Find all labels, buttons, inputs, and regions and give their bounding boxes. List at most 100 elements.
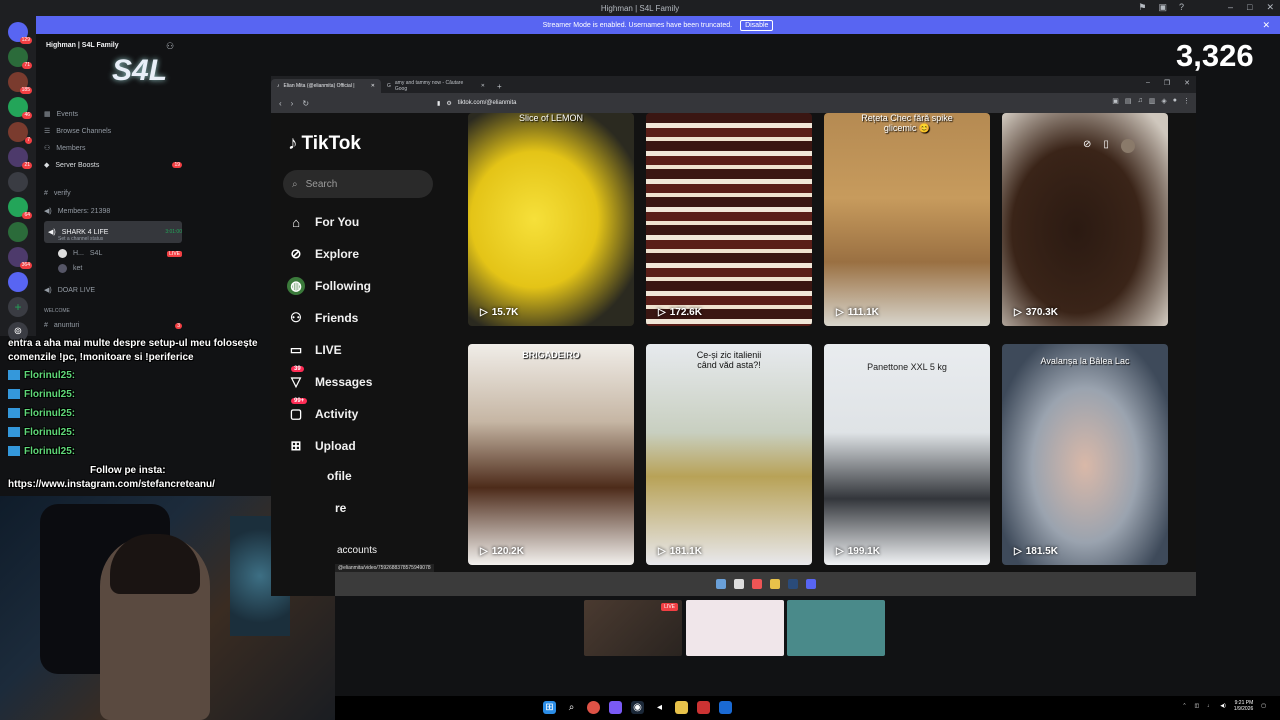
app-preview[interactable]: [686, 600, 784, 656]
nav-upload[interactable]: ⊞ Upload: [287, 437, 356, 455]
steam-icon[interactable]: ◉: [631, 701, 644, 714]
tiktok-logo[interactable]: ♪ TikTok: [288, 133, 361, 155]
channel-verify[interactable]: # verify: [44, 190, 182, 197]
menu-events[interactable]: ▦ Events: [44, 110, 182, 119]
server-icon[interactable]: 7: [8, 122, 32, 144]
help-icon[interactable]: ?: [1179, 2, 1184, 13]
mic-icon[interactable]: ♩: [1207, 703, 1212, 709]
clock[interactable]: 9:21 PM 1/9/2026: [1234, 700, 1253, 712]
video-thumbnail[interactable]: ▷ 172.6K: [646, 113, 812, 326]
app-icon[interactable]: [609, 701, 622, 714]
minimize-icon[interactable]: –: [1228, 2, 1233, 13]
app-icon[interactable]: ◂: [653, 701, 666, 714]
channel-anunturi[interactable]: # anunturi 3: [44, 322, 182, 329]
restore-icon[interactable]: ❐: [1164, 79, 1170, 87]
messages-icon: ▽ 39: [287, 366, 305, 391]
nav-more[interactable]: re: [335, 501, 346, 515]
server-icon[interactable]: 364: [8, 247, 32, 269]
close-tab-icon[interactable]: ✕: [371, 83, 375, 89]
extension-icon[interactable]: ▣: [1112, 97, 1119, 105]
nav-profile[interactable]: ofile: [327, 469, 352, 483]
menu-server-boosts[interactable]: ◆ Server Boosts 19: [44, 161, 182, 169]
play-icon: ▷: [1014, 307, 1022, 318]
browser-window: ♪ Elian Mita (@elianmita) Official | ✕ Gam…: [271, 76, 1196, 596]
reload-icon[interactable]: ↻: [302, 99, 309, 108]
stream-preview[interactable]: LIVE: [584, 600, 682, 656]
notification-icon[interactable]: ▢: [1261, 703, 1266, 709]
server-icon[interactable]: 21: [8, 147, 32, 169]
get-coins-icon[interactable]: ⊘: [1083, 139, 1091, 153]
extension-icon[interactable]: ▥: [1149, 97, 1156, 105]
nav-for-you[interactable]: ⌂ For You: [287, 213, 359, 231]
bookmark-icon[interactable]: ▮: [437, 100, 440, 107]
nav-friends[interactable]: ⚇ Friends: [287, 309, 358, 327]
video-thumbnail[interactable]: Rețeta Chec fără spike glicemic 😊 ▷ 111.1K: [824, 113, 990, 326]
server-icon[interactable]: 185: [8, 72, 32, 94]
channel-members-count[interactable]: ◀) Members: 21398: [44, 207, 182, 216]
voice-user[interactable]: H... S4L LIVE: [58, 249, 182, 258]
search-icon[interactable]: ⌕: [565, 701, 578, 714]
video-thumbnail[interactable]: BRIGADEIRO ▷ 120.2K: [468, 344, 634, 565]
device-icon[interactable]: ▯: [1103, 139, 1109, 153]
network-icon[interactable]: ◫: [1195, 703, 1200, 709]
profile-icon[interactable]: ●: [1173, 97, 1177, 105]
close-icon[interactable]: ✕: [1266, 2, 1274, 13]
add-server-icon[interactable]: +: [8, 297, 28, 317]
app-icon[interactable]: [719, 701, 732, 714]
pin-icon[interactable]: ⚑: [1138, 2, 1146, 13]
chrome-icon[interactable]: [587, 701, 600, 714]
video-thumbnail[interactable]: Slice of LEMON ▷ 15.7K: [468, 113, 634, 326]
forward-icon[interactable]: ›: [291, 99, 294, 108]
chat-message: https://www.instagram.com/stefancreteanu…: [8, 479, 215, 490]
menu-members[interactable]: ⚇ Members: [44, 144, 182, 153]
nav-following[interactable]: ◍ Following: [287, 277, 371, 295]
url-field[interactable]: ▮ ⚙ tiktok.com/@elianmita: [437, 96, 957, 110]
server-icon[interactable]: 46: [8, 97, 32, 119]
channel-doar-live[interactable]: ◀) DOAR LIVE: [44, 286, 182, 295]
video-thumbnail[interactable]: Avalanșa la Bâlea Lac ▷ 181.5K: [1002, 344, 1168, 565]
app-icon[interactable]: [697, 701, 710, 714]
new-tab-icon[interactable]: +: [491, 82, 508, 93]
video-thumbnail[interactable]: Panettone XXL 5 kg ▷ 199.1K: [824, 344, 990, 565]
minimize-icon[interactable]: –: [1146, 79, 1150, 87]
voice-user[interactable]: ket: [58, 264, 182, 273]
maximize-icon[interactable]: □: [1247, 2, 1252, 13]
nav-live[interactable]: ▭ LIVE: [287, 341, 342, 359]
close-tab-icon[interactable]: ✕: [481, 83, 485, 89]
category-welcome[interactable]: WELCOME: [44, 308, 182, 314]
server-icon[interactable]: [8, 172, 28, 192]
add-member-icon[interactable]: ⚇: [166, 41, 174, 52]
search-input[interactable]: ⌕ Search: [283, 170, 433, 198]
voice-status[interactable]: Set a channel status: [58, 236, 196, 242]
server-icon[interactable]: 64: [8, 197, 32, 219]
start-icon[interactable]: ⊞: [543, 701, 556, 714]
chat-message: Florinul25:: [8, 427, 75, 438]
extension-icon[interactable]: ◈: [1161, 97, 1166, 105]
menu-browse-channels[interactable]: ☰ Browse Channels: [44, 127, 182, 136]
menu-icon[interactable]: ⋮: [1183, 97, 1190, 105]
close-icon[interactable]: ✕: [1184, 79, 1190, 87]
back-icon[interactable]: ‹: [279, 99, 282, 108]
inbox-icon[interactable]: ▣: [1158, 2, 1167, 13]
video-thumbnail[interactable]: Ce-și zic italienii când văd asta?! ▷ 181.…: [646, 344, 812, 565]
windows-icon: [715, 579, 726, 589]
user-avatar[interactable]: [1120, 139, 1135, 153]
server-icon[interactable]: 71: [8, 47, 32, 69]
app-preview[interactable]: [787, 600, 885, 656]
chevron-up-icon[interactable]: ⌃: [1182, 703, 1186, 709]
server-icon[interactable]: [8, 272, 28, 292]
disable-streamer-button[interactable]: Disable: [740, 19, 774, 31]
browser-tab[interactable]: Gamy and tammy now - Căutare Goog ✕: [381, 79, 491, 93]
server-name[interactable]: Highman | S4L Family: [46, 42, 119, 49]
browser-tab[interactable]: ♪ Elian Mita (@elianmita) Official | ✕: [271, 79, 381, 93]
extension-icon[interactable]: ♫: [1138, 97, 1143, 105]
extension-icon[interactable]: ▤: [1125, 97, 1132, 105]
home-server-icon[interactable]: 129: [8, 22, 32, 44]
volume-icon[interactable]: ◀): [1220, 703, 1226, 709]
nav-messages[interactable]: ▽ 39 Messages: [287, 366, 372, 391]
nav-activity[interactable]: ▢ 99+ Activity: [287, 398, 358, 423]
close-banner-icon[interactable]: ✕: [1262, 20, 1270, 31]
folder-icon[interactable]: [675, 701, 688, 714]
server-icon[interactable]: [8, 222, 28, 242]
nav-explore[interactable]: ⊘ Explore: [287, 245, 359, 263]
